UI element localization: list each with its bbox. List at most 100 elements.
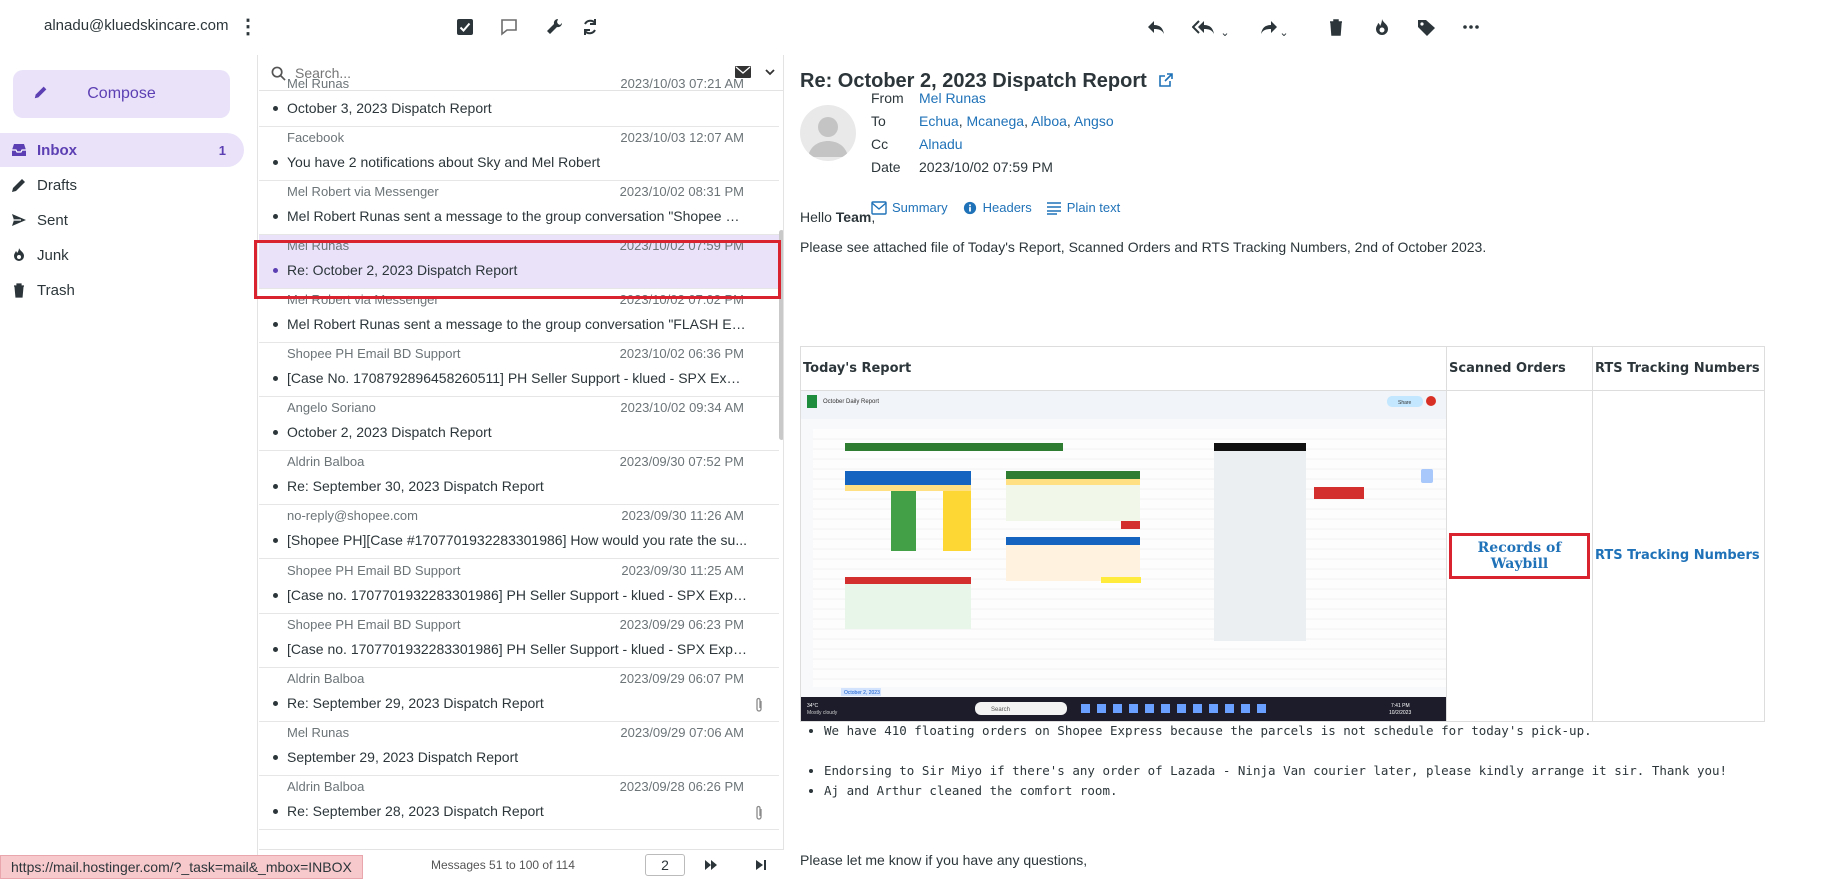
message-sender: no-reply@shopee.com [287, 508, 418, 523]
next-page-icon[interactable] [703, 857, 719, 873]
forward-icon[interactable]: ⌄ [1254, 14, 1294, 40]
inbox-icon [11, 142, 27, 158]
date-value: 2023/10/02 07:59 PM [919, 159, 1053, 175]
unread-dot [273, 647, 278, 652]
records-of-waybill-link[interactable]: Records of Waybill [1449, 533, 1590, 579]
sidebar-item-sent[interactable]: Sent [0, 203, 244, 237]
message-sender: Mel Runas [287, 76, 350, 91]
sidebar-item-trash[interactable]: Trash [0, 273, 244, 307]
message-sender: Aldrin Balboa [287, 779, 365, 794]
message-date: 2023/09/30 07:52 PM [619, 454, 744, 469]
message-date: 2023/09/30 11:26 AM [621, 508, 744, 523]
from-value[interactable]: Mel Runas [919, 90, 986, 106]
reply-all-icon[interactable]: ⌄ [1191, 14, 1231, 40]
spreadsheet-screenshot[interactable]: October Daily Report Share October 2, 20… [801, 391, 1446, 721]
message-view: Re: October 2, 2023 Dispatch Report From… [785, 55, 1835, 879]
chat-icon[interactable] [496, 14, 522, 40]
flame-icon [11, 247, 27, 263]
list-item[interactable]: Mel Robert via Messenger 2023/10/02 08:3… [259, 181, 779, 235]
sync-icon[interactable] [577, 14, 603, 40]
unread-dot [273, 214, 278, 219]
pencil-icon [11, 177, 27, 193]
sidebar-item-label: Inbox [37, 141, 77, 159]
list-item[interactable]: Aldrin Balboa 2023/09/30 07:52 PM Re: Se… [259, 451, 779, 505]
col-scanned-orders: Scanned Orders [1449, 361, 1566, 376]
svg-text:Search: Search [991, 707, 1010, 713]
plain-text-link[interactable]: Plain text [1046, 200, 1120, 215]
cc-value[interactable]: Alnadu [919, 136, 963, 152]
delete-icon[interactable] [1323, 14, 1349, 40]
svg-text:Mostly cloudy: Mostly cloudy [807, 710, 838, 716]
unread-dot [273, 593, 278, 598]
sidebar-item-junk[interactable]: Junk [0, 238, 244, 272]
open-external-icon[interactable] [1158, 71, 1174, 87]
recipient-link[interactable]: Angso [1074, 113, 1114, 129]
message-subject: Re: September 30, 2023 Dispatch Report [287, 478, 544, 494]
list-item[interactable]: no-reply@shopee.com 2023/09/30 11:26 AM … [259, 505, 779, 559]
summary-link[interactable]: Summary [871, 200, 948, 215]
wrench-icon[interactable] [541, 14, 567, 40]
list-item[interactable]: Mel Runas 2023/10/03 07:21 AM October 3,… [259, 73, 779, 127]
rts-tracking-link[interactable]: RTS Tracking Numbers [1593, 544, 1764, 568]
last-page-icon[interactable] [753, 857, 769, 873]
headers-link[interactable]: Headers [962, 200, 1032, 215]
info-icon [963, 201, 976, 214]
list-item[interactable]: Mel Runas 2023/09/29 07:06 AM September … [259, 722, 779, 776]
sidebar-item-drafts[interactable]: Drafts [0, 168, 244, 202]
top-bar: alnadu@kluedskincare.com ⋮ ⌄ ⌄ [0, 0, 1835, 55]
list-item[interactable]: Facebook 2023/10/03 12:07 AM You have 2 … [259, 127, 779, 181]
greeting-suffix: , [871, 209, 876, 225]
list-item[interactable]: Angelo Soriano 2023/10/02 09:34 AM Octob… [259, 397, 779, 451]
sidebar-item-inbox[interactable]: Inbox 1 [0, 133, 244, 167]
col-today-report: Today's Report [803, 361, 912, 376]
recipient-link[interactable]: Alboa [1031, 113, 1067, 129]
svg-text:October 2, 2023: October 2, 2023 [844, 690, 880, 696]
account-menu-icon[interactable]: ⋮ [238, 16, 258, 40]
sidebar-item-label: Drafts [37, 176, 78, 194]
message-subject: Mel Robert Runas sent a message to the g… [287, 316, 747, 332]
page-number-input[interactable]: 2 [645, 854, 685, 876]
table-header-cell: RTS Tracking Numbers [1592, 346, 1765, 391]
recipient-link[interactable]: Mcanega [966, 113, 1024, 129]
message-subject: [Case no. 1707701932283301986] PH Seller… [287, 587, 747, 603]
unread-count-badge: 1 [218, 142, 226, 158]
attachment-icon [753, 805, 765, 821]
svg-text:October Daily Report: October Daily Report [823, 399, 879, 405]
report-table: Today's Report Scanned Orders RTS Tracki… [800, 346, 1765, 722]
report-image-cell: October Daily Report Share October 2, 20… [800, 390, 1447, 722]
list-item[interactable]: Shopee PH Email BD Support 2023/09/30 11… [259, 560, 779, 614]
message-sender: Aldrin Balboa [287, 454, 365, 469]
list-item: Aj and Arthur cleaned the comfort room. [824, 781, 1727, 801]
message-sender: Shopee PH Email BD Support [287, 563, 461, 578]
message-sender: Facebook [287, 130, 345, 145]
message-subject: [Case No. 1708792896458260511] PH Seller… [287, 370, 747, 386]
message-date: 2023/10/02 06:36 PM [619, 346, 744, 361]
account-email[interactable]: alnadu@kluedskincare.com [44, 17, 229, 34]
message-subject: October 2, 2023 Dispatch Report [287, 424, 492, 440]
junk-icon[interactable] [1369, 14, 1395, 40]
spreadsheet-image: October Daily Report Share October 2, 20… [801, 391, 1446, 721]
list-item[interactable]: Shopee PH Email BD Support 2023/09/29 06… [259, 614, 779, 668]
message-date: 2023/10/02 09:34 AM [620, 400, 744, 415]
greeting-name: Team [835, 209, 872, 225]
table-header-cell: Today's Report [800, 346, 1447, 391]
col-rts-tracking: RTS Tracking Numbers [1595, 361, 1760, 376]
unread-dot [273, 755, 278, 760]
message-date: 2023/09/29 07:06 AM [620, 725, 744, 740]
more-icon[interactable] [1458, 14, 1484, 40]
compose-button[interactable]: Compose [13, 70, 230, 118]
recipient-link[interactable]: Echua [919, 113, 959, 129]
checkbox-icon[interactable] [452, 14, 478, 40]
notes-list: We have 410 floating orders on Shopee Ex… [800, 721, 1727, 801]
cc-label: Cc [871, 136, 889, 152]
tag-icon[interactable] [1413, 14, 1439, 40]
list-item[interactable]: Aldrin Balboa 2023/09/28 06:26 PM Re: Se… [259, 776, 779, 830]
page-info: Messages 51 to 100 of 114 [431, 858, 575, 872]
list-item[interactable]: Shopee PH Email BD Support 2023/10/02 06… [259, 343, 779, 397]
unread-dot [273, 430, 278, 435]
message-subject: Re: September 28, 2023 Dispatch Report [287, 803, 544, 819]
reply-icon[interactable] [1143, 14, 1169, 40]
message-title: Re: October 2, 2023 Dispatch Report [800, 70, 1174, 93]
scanned-orders-cell: Records of Waybill [1446, 390, 1593, 722]
list-item[interactable]: Aldrin Balboa 2023/09/29 06:07 PM Re: Se… [259, 668, 779, 722]
